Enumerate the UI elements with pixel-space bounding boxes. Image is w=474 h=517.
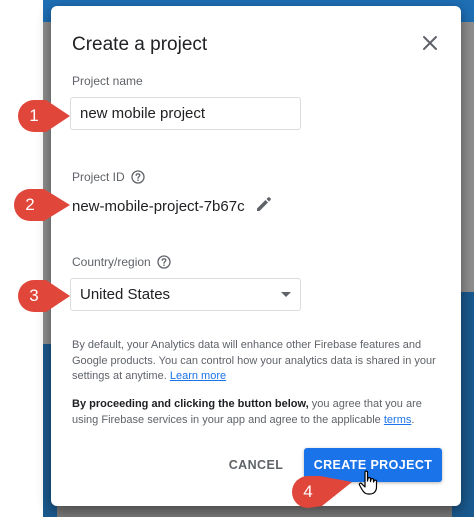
- dialog-title: Create a project: [72, 34, 208, 55]
- terms-notice-bold: By proceeding and clicking the button be…: [72, 398, 309, 410]
- hand-cursor-icon: [358, 470, 380, 501]
- country-label: Country/region: [72, 255, 171, 269]
- country-select[interactable]: United States: [70, 278, 301, 311]
- terms-notice: By proceeding and clicking the button be…: [72, 397, 442, 428]
- analytics-notice: By default, your Analytics data will enh…: [72, 338, 442, 385]
- callout-4-number: 4: [303, 482, 313, 501]
- project-name-label: Project name: [72, 74, 143, 88]
- learn-more-link[interactable]: Learn more: [170, 370, 226, 382]
- callout-1-number: 1: [29, 106, 39, 125]
- callout-1-marker: 1: [18, 100, 70, 132]
- help-circle-icon[interactable]: [157, 255, 171, 269]
- project-name-input[interactable]: [70, 97, 301, 130]
- terms-notice-end: .: [411, 413, 415, 426]
- project-name-label-text: Project name: [72, 74, 143, 88]
- country-select-value: United States: [80, 286, 171, 303]
- create-project-dialog: Create a project Project name Project ID…: [51, 6, 461, 506]
- callout-3-marker: 3: [18, 280, 70, 312]
- callout-2-number: 2: [25, 195, 35, 214]
- caret-down-icon: [281, 292, 291, 297]
- close-icon[interactable]: [419, 32, 441, 54]
- cancel-button[interactable]: CANCEL: [222, 450, 290, 480]
- help-circle-icon[interactable]: [131, 170, 145, 184]
- background-edge: [0, 0, 43, 517]
- terms-link[interactable]: terms: [384, 414, 412, 426]
- callout-2-marker: 2: [14, 189, 70, 221]
- project-id-value: new-mobile-project-7b67c: [72, 198, 245, 215]
- project-id-label: Project ID: [72, 170, 145, 184]
- callout-4-marker: 4: [292, 476, 352, 508]
- country-label-text: Country/region: [72, 255, 151, 269]
- callout-3-number: 3: [29, 286, 39, 305]
- pencil-icon[interactable]: [255, 195, 273, 218]
- project-id-label-text: Project ID: [72, 170, 125, 184]
- project-id-row: new-mobile-project-7b67c: [72, 195, 273, 218]
- analytics-notice-text: By default, your Analytics data will enh…: [72, 339, 436, 382]
